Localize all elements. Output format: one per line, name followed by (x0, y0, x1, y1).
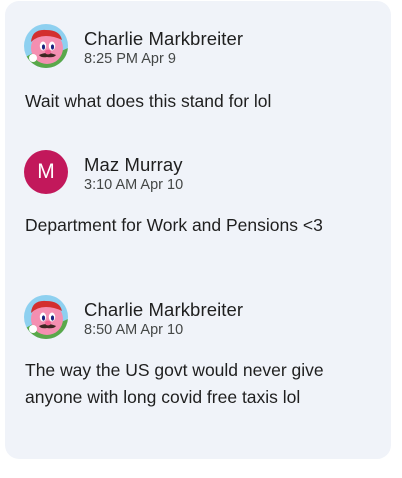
comment-author-name: Maz Murray (84, 154, 183, 175)
comment-timestamp: 8:25 PM Apr 9 (84, 51, 176, 67)
comment-author-name: Charlie Markbreiter (84, 299, 244, 320)
comment-timestamp: 3:10 AM Apr 10 (84, 177, 184, 193)
kirby-mario-avatar-icon[interactable] (24, 24, 68, 68)
comment-thread-panel: Charlie Markbreiter 8:25 PM Apr 9 Wait w… (5, 1, 391, 459)
comment-body: Department for Work and Pensions <3 (25, 215, 323, 235)
comment-timestamp: 8:50 AM Apr 10 (84, 322, 184, 338)
user-avatar[interactable]: M (24, 150, 68, 194)
comment-author-name: Charlie Markbreiter (84, 28, 244, 49)
comment-body: The way the US govt would never give any… (25, 360, 324, 407)
comment-body: Wait what does this stand for lol (25, 91, 272, 111)
kirby-mario-avatar-icon[interactable] (24, 295, 68, 339)
